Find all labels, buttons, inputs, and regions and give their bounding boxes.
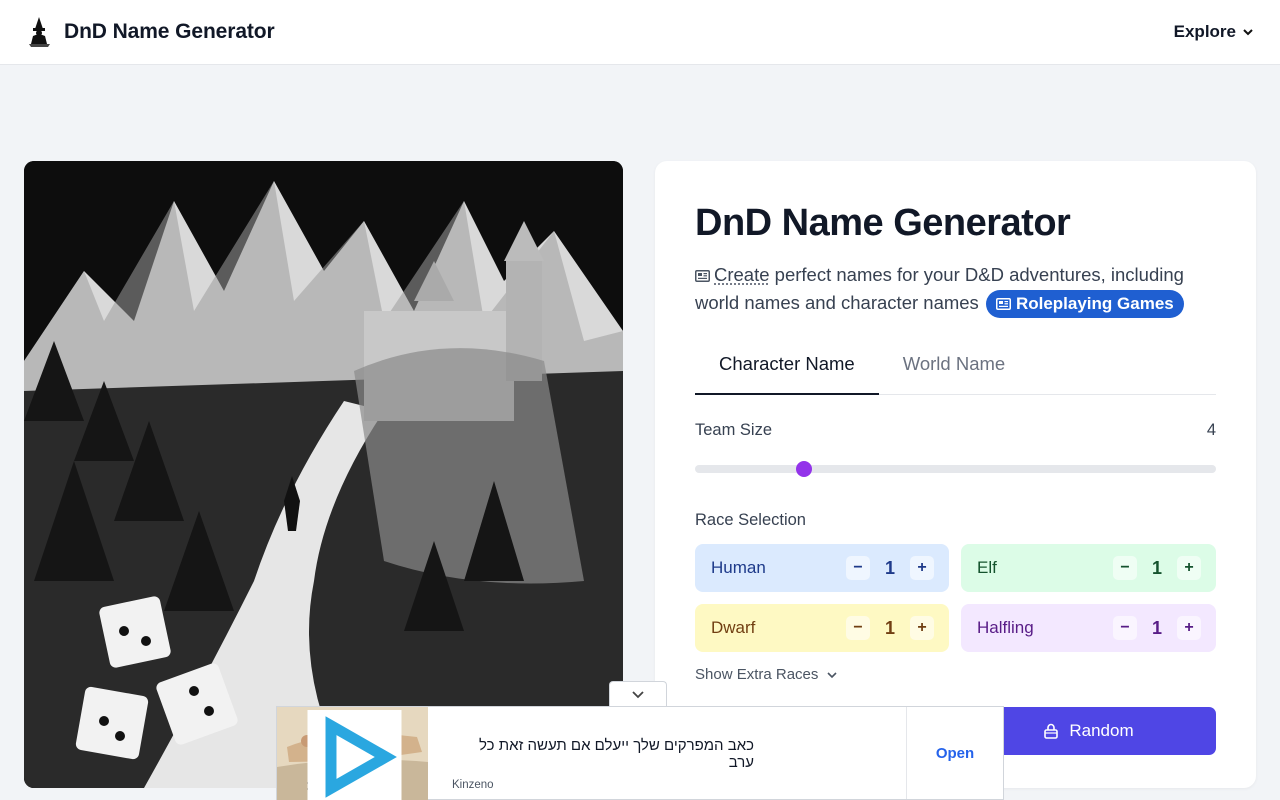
tab-character-name[interactable]: Character Name [695, 344, 879, 395]
race-human: Human − 1 + [695, 544, 949, 592]
name-type-tabs: Character Name World Name [695, 344, 1216, 395]
chevron-down-icon [631, 690, 645, 700]
brand[interactable]: DnD Name Generator [26, 16, 275, 48]
increment-button[interactable]: + [1177, 556, 1201, 580]
category-tag-label: Roleplaying Games [1016, 290, 1174, 318]
race-stepper: − 1 + [1113, 556, 1201, 580]
description: Create perfect names for your D&D advent… [695, 261, 1215, 318]
document-icon [996, 298, 1011, 310]
category-tag[interactable]: Roleplaying Games [986, 290, 1184, 318]
team-size-slider[interactable] [695, 465, 1216, 473]
random-button-label: Random [1069, 721, 1133, 741]
ad-image [277, 707, 428, 800]
brand-title: DnD Name Generator [64, 20, 275, 44]
show-extra-races-label: Show Extra Races [695, 666, 818, 683]
lock-icon [1043, 723, 1059, 739]
tab-world-name[interactable]: World Name [879, 344, 1029, 395]
wizard-logo-icon [26, 16, 53, 48]
generator-card: DnD Name Generator Create perfect names … [655, 161, 1256, 788]
ad-source: Kinzeno [452, 779, 906, 791]
race-count: 1 [1137, 558, 1177, 579]
ad-text: כאב המפרקים שלך ייעלם אם תעשה זאת כל ערב… [428, 707, 906, 799]
race-name: Human [711, 558, 766, 578]
slider-thumb[interactable] [796, 461, 812, 477]
chevron-down-icon [1242, 26, 1254, 38]
increment-button[interactable]: + [910, 616, 934, 640]
decrement-button[interactable]: − [846, 556, 870, 580]
decrement-button[interactable]: − [1113, 556, 1137, 580]
ad-banner[interactable]: כאב המפרקים שלך ייעלם אם תעשה זאת כל ערב… [276, 706, 1004, 800]
decrement-button[interactable]: − [846, 616, 870, 640]
decrement-button[interactable]: − [1113, 616, 1137, 640]
hero-illustration [24, 161, 623, 788]
race-stepper: − 1 + [846, 616, 934, 640]
ad-collapse-toggle[interactable] [609, 681, 667, 707]
race-count: 1 [1137, 618, 1177, 639]
race-selection-label: Race Selection [695, 511, 1216, 530]
chevron-down-icon [826, 669, 838, 681]
race-name: Elf [977, 558, 997, 578]
team-size-value: 4 [1207, 421, 1216, 440]
race-stepper: − 1 + [846, 556, 934, 580]
document-icon [695, 270, 710, 282]
page-title: DnD Name Generator [695, 201, 1216, 245]
description-create-link[interactable]: Create [714, 264, 770, 285]
race-halfling: Halfling − 1 + [961, 604, 1216, 652]
fantasy-landscape-image [24, 161, 623, 788]
race-elf: Elf − 1 + [961, 544, 1216, 592]
top-navbar: DnD Name Generator Explore [0, 0, 1280, 65]
explore-label: Explore [1174, 22, 1236, 42]
race-dwarf: Dwarf − 1 + [695, 604, 949, 652]
ad-open-button[interactable]: Open [906, 707, 1003, 799]
team-size-label: Team Size [695, 421, 772, 440]
race-grid: Human − 1 + Elf − 1 + Dwarf − 1 + Halfli… [695, 544, 1216, 652]
team-size-row: Team Size 4 [695, 421, 1216, 440]
race-name: Dwarf [711, 618, 755, 638]
race-count: 1 [870, 558, 910, 579]
increment-button[interactable]: + [910, 556, 934, 580]
race-name: Halfling [977, 618, 1034, 638]
race-stepper: − 1 + [1113, 616, 1201, 640]
ad-headline: כאב המפרקים שלך ייעלם אם תעשה זאת כל ערב [452, 737, 754, 771]
ad-choices-icon[interactable] [279, 710, 428, 800]
race-count: 1 [870, 618, 910, 639]
show-extra-races-toggle[interactable]: Show Extra Races [695, 666, 1216, 683]
increment-button[interactable]: + [1177, 616, 1201, 640]
explore-menu[interactable]: Explore [1174, 22, 1254, 42]
